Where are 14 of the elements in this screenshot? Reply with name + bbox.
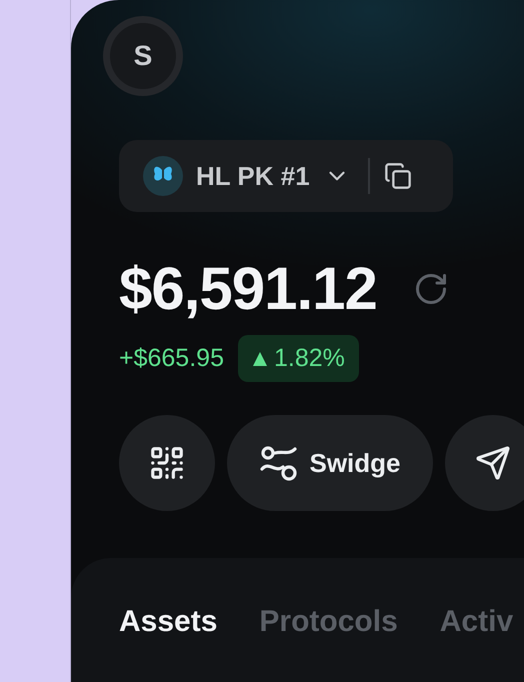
- avatar-initial: S: [110, 23, 176, 89]
- up-triangle-icon: [252, 350, 268, 366]
- account-selector[interactable]: HL PK #1: [119, 140, 453, 212]
- tab[interactable]: Assets: [119, 602, 218, 642]
- avatar[interactable]: S: [103, 16, 183, 96]
- change-badge: 1.82%: [238, 335, 359, 382]
- qr-code-icon: [148, 444, 186, 482]
- account-name: HL PK #1: [196, 160, 310, 192]
- butterfly-icon: [143, 156, 183, 196]
- balance-amount: $6,591.12: [119, 254, 377, 323]
- change-amount: +$665.95: [119, 344, 224, 373]
- copy-icon[interactable]: [384, 162, 412, 190]
- swidge-button[interactable]: Swidge: [227, 415, 433, 511]
- send-icon: [475, 445, 511, 481]
